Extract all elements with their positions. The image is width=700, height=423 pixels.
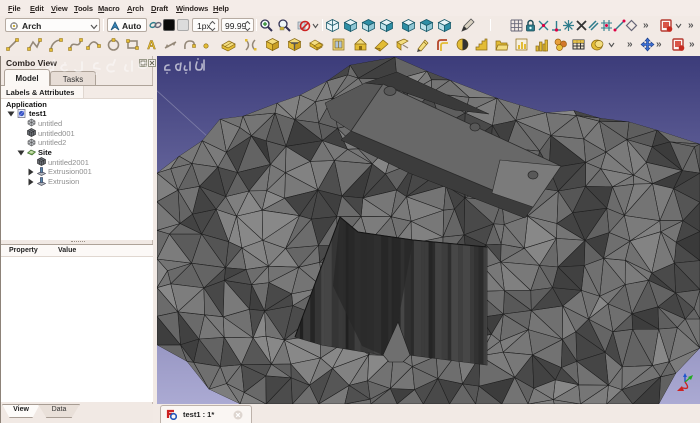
svg-text:A: A — [147, 38, 156, 52]
